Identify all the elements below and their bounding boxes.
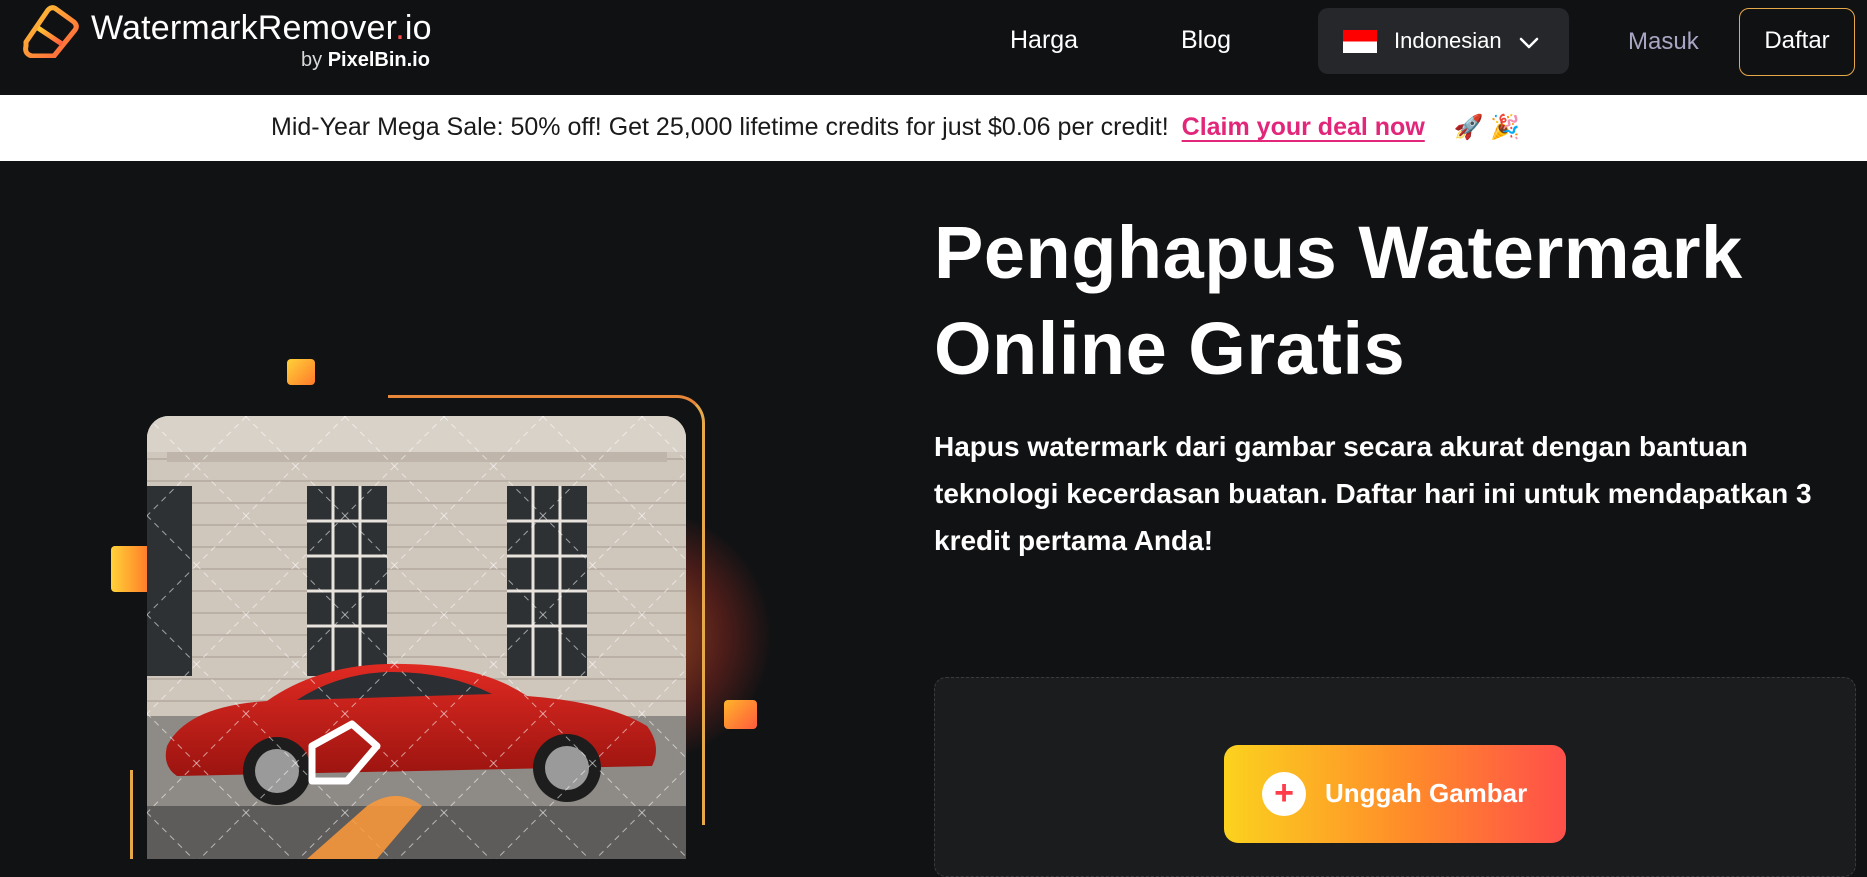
plus-icon: + [1262,772,1306,816]
brand-byline: by PixelBin.io [301,49,430,71]
upload-image-button[interactable]: + Unggah Gambar [1224,745,1566,843]
indonesia-flag-icon [1343,30,1377,53]
upload-button-label: Unggah Gambar [1325,778,1528,808]
language-selector[interactable]: Indonesian [1318,8,1569,74]
brand-name[interactable]: WatermarkRemover.io [91,9,432,48]
claim-deal-link[interactable]: Claim your deal now [1182,113,1425,141]
decorative-frame-line [702,465,705,825]
promo-emoji: 🚀 🎉 [1453,114,1521,141]
nav-link-blog[interactable]: Blog [1181,26,1231,55]
language-label: Indonesian [1394,28,1502,53]
sample-car-image [147,416,686,859]
decorative-frame-line [130,770,133,859]
decorative-square [724,700,757,729]
watermark-remover-logo-icon[interactable] [18,4,80,59]
top-navbar: WatermarkRemover.io by PixelBin.io Harga… [0,0,1867,95]
decorative-square [287,359,315,385]
promo-banner: Mid-Year Mega Sale: 50% off! Get 25,000 … [0,95,1867,161]
hero-subtitle: Hapus watermark dari gambar secara akura… [934,431,1812,556]
promo-text: Mid-Year Mega Sale: 50% off! Get 25,000 … [271,113,1169,141]
signup-button[interactable]: Daftar [1739,8,1855,76]
chevron-down-icon [1516,30,1542,56]
nav-link-harga[interactable]: Harga [1010,26,1078,55]
login-link[interactable]: Masuk [1628,28,1699,56]
hero-title: Penghapus Watermark Online Gratis [934,211,1743,390]
